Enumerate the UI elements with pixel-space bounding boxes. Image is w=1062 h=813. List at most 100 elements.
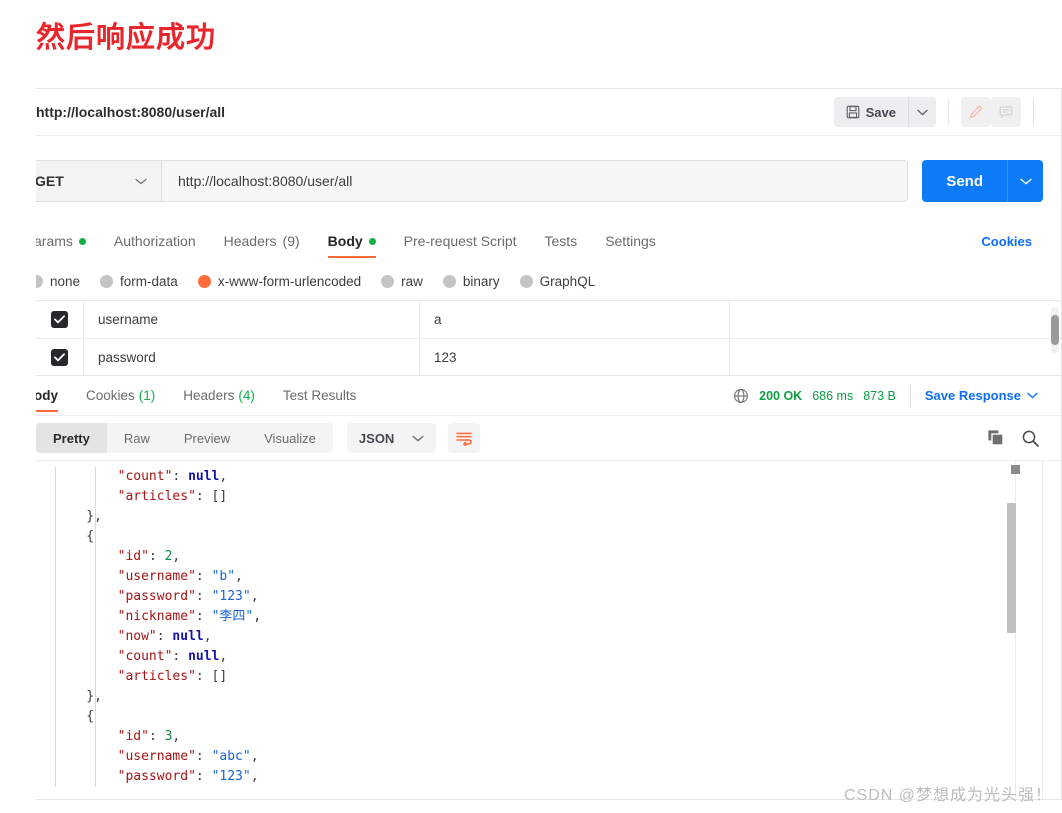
code-line-content: "count": null, [46, 467, 227, 487]
code-token: null [172, 629, 204, 644]
code-token: : [195, 749, 212, 764]
postman-panel-lower: ody Cookies (1) Headers (4) Test Results [36, 89, 1061, 799]
indent-guide [55, 687, 56, 707]
indent-guide [55, 647, 56, 667]
response-format-select[interactable]: JSON [346, 423, 437, 453]
code-vertical-scrollbar[interactable] [1007, 503, 1016, 633]
code-token: { [55, 709, 95, 724]
code-minimap-marker[interactable] [1011, 465, 1020, 474]
code-token: , [250, 589, 259, 604]
code-line: 20 { [36, 707, 261, 727]
code-line: 11 { [36, 527, 261, 547]
code-line-content: "username": "abc", [46, 747, 259, 767]
viewer-mode-preview[interactable]: Preview [167, 423, 247, 453]
code-token: "abc" [211, 749, 251, 764]
response-tab-cookies[interactable]: Cookies (1) [72, 376, 169, 416]
code-line-number: 18 [36, 667, 46, 687]
code-token: , [203, 629, 212, 644]
response-tab-headers[interactable]: Headers (4) [169, 376, 269, 416]
code-line: 19 }, [36, 687, 261, 707]
viewer-mode-raw[interactable]: Raw [107, 423, 167, 453]
code-token: "id" [117, 729, 149, 744]
viewer-actions [987, 429, 1061, 448]
indent-guide [55, 587, 56, 607]
code-token: , [219, 469, 228, 484]
code-line-content: "articles": [] [46, 667, 227, 687]
code-token: : [195, 589, 212, 604]
code-token: "b" [211, 569, 236, 584]
indent-guide [55, 487, 56, 507]
wrap-lines-icon [455, 430, 473, 446]
code-line-content: "now": null, [46, 627, 212, 647]
save-response-label: Save Response [924, 388, 1021, 403]
code-token: : [172, 469, 189, 484]
indent-guide [55, 627, 56, 647]
code-token: "articles" [117, 489, 196, 504]
code-token: "articles" [117, 669, 196, 684]
copy-button[interactable] [987, 429, 1005, 447]
code-line: 23 "password": "123", [36, 767, 261, 787]
response-tabs: ody Cookies (1) Headers (4) Test Results [36, 376, 1061, 416]
globe-icon [733, 388, 749, 404]
code-token: , [250, 749, 259, 764]
indent-guide [95, 567, 96, 587]
indent-guide [95, 627, 96, 647]
code-line-number: 13 [36, 567, 46, 587]
code-line: 22 "username": "abc", [36, 747, 261, 767]
code-line-content: "id": 3, [46, 727, 180, 747]
response-tab-cookies-count: (1) [138, 388, 156, 403]
code-line-content: "username": "b", [46, 567, 243, 587]
watermark: CSDN @梦想成为光头强！ [843, 787, 1052, 804]
code-line-content: { [46, 707, 96, 727]
code-token: null [188, 649, 220, 664]
indent-guide [55, 507, 56, 527]
code-token: "nickname" [117, 609, 196, 624]
indent-guide [95, 467, 96, 487]
code-right-rail [1042, 461, 1043, 799]
indent-guide [95, 727, 96, 747]
code-line-number: 15 [36, 607, 46, 627]
indent-guide [95, 587, 96, 607]
indent-guide [55, 527, 56, 547]
copy-icon [987, 429, 1005, 447]
response-tab-test-results-label: Test Results [282, 388, 357, 403]
response-tab-headers-count: (4) [238, 388, 255, 403]
viewer-mode-pretty[interactable]: Pretty [36, 423, 107, 453]
code-line: 18 "articles": [] [36, 667, 261, 687]
search-button[interactable] [1021, 429, 1040, 448]
code-line-number: 9 [36, 487, 46, 507]
indent-guide [55, 747, 56, 767]
indent-guide [95, 767, 96, 787]
code-line-number: 16 [36, 627, 46, 647]
postman-panel: http://localhost:8080/user/all Save GET … [36, 88, 1062, 800]
code-line: 15 "nickname": "李四", [36, 607, 261, 627]
code-token: "now" [117, 629, 157, 644]
viewer-mode-visualize[interactable]: Visualize [247, 423, 333, 453]
code-token: : [] [195, 489, 228, 504]
code-token: : [172, 649, 189, 664]
code-token: , [235, 569, 243, 584]
code-token: "username" [117, 569, 196, 584]
code-line-content: "id": 2, [46, 547, 180, 567]
code-line-content: "password": "123", [46, 767, 259, 787]
code-line-content: }, [46, 507, 102, 527]
wrap-lines-button[interactable] [448, 423, 481, 453]
response-time: 686 ms [812, 388, 854, 403]
response-body-code[interactable]: 8 "count": null,9 "articles": []10 },11 … [36, 460, 1061, 799]
code-token: "count" [117, 469, 173, 484]
save-response-button[interactable]: Save Response [925, 388, 1038, 403]
response-tab-body[interactable]: ody [36, 376, 72, 416]
code-token: : [195, 569, 212, 584]
indent-guide [95, 667, 96, 687]
code-line: 13 "username": "b", [36, 567, 261, 587]
indent-guide [55, 767, 56, 787]
response-tab-test-results[interactable]: Test Results [269, 376, 371, 416]
page-title: 然后响应成功 [36, 20, 217, 54]
code-token: "李四" [211, 609, 254, 624]
code-line: 16 "now": null, [36, 627, 261, 647]
